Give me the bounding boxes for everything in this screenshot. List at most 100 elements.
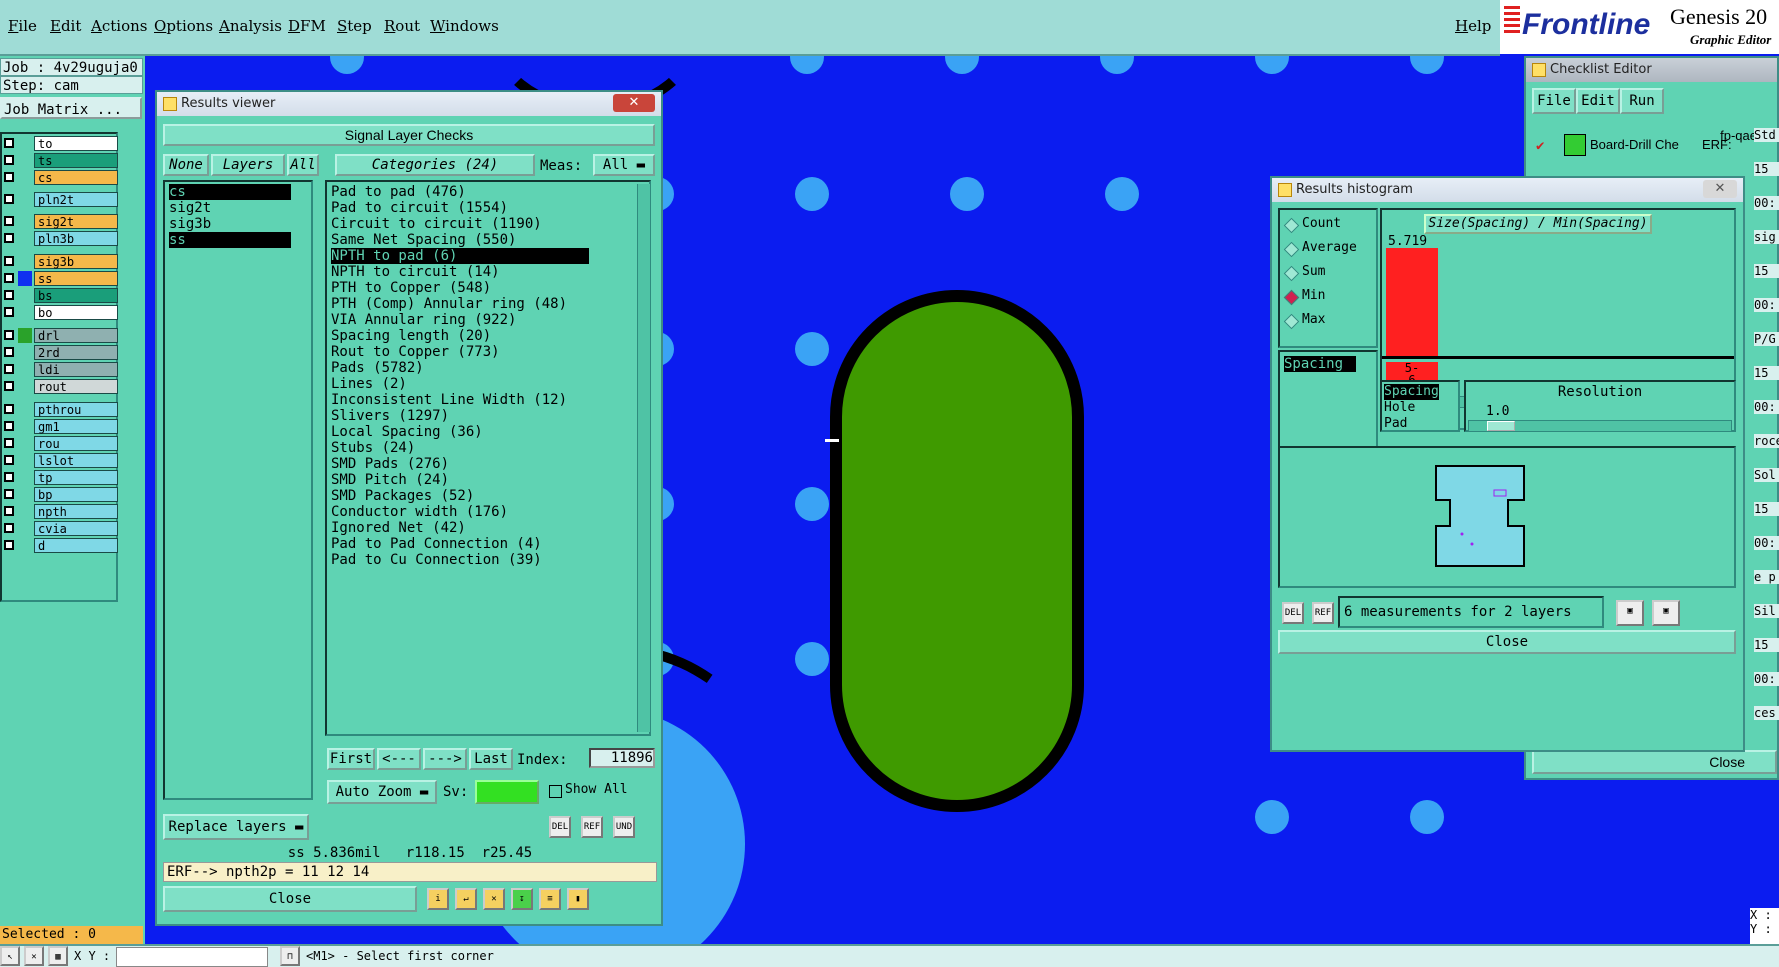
layer-row-to[interactable]: to	[4, 136, 118, 151]
layer-row-pln2t[interactable]: pln2t	[4, 192, 118, 207]
category-item[interactable]: Circuit to circuit (1190)	[331, 216, 589, 232]
category-item[interactable]: SMD Pitch (24)	[331, 472, 589, 488]
category-item[interactable]: Pad to pad (476)	[331, 184, 589, 200]
layer-row-bo[interactable]: bo	[4, 305, 118, 320]
all-button[interactable]: All	[287, 154, 319, 176]
layer-color-swatch[interactable]	[18, 153, 32, 168]
highlight-icon[interactable]: ↵	[455, 888, 477, 910]
layer-row-cs[interactable]: cs	[4, 170, 118, 185]
layer-checkbox[interactable]	[4, 216, 14, 226]
layer-checkbox[interactable]	[4, 421, 14, 431]
layer-checkbox[interactable]	[4, 404, 14, 414]
layer-checkbox[interactable]	[4, 155, 14, 165]
layer-checkbox[interactable]	[4, 438, 14, 448]
layer-color-swatch[interactable]	[18, 271, 32, 286]
cross-icon[interactable]: ✕	[24, 946, 44, 966]
checklist-menu-edit[interactable]: Edit	[1576, 88, 1620, 114]
layer-color-swatch[interactable]	[18, 170, 32, 185]
layer-color-swatch[interactable]	[18, 192, 32, 207]
results-viewer-titlebar[interactable]: Results viewer ✕	[157, 92, 661, 116]
category-item[interactable]: Pad to Pad Connection (4)	[331, 536, 589, 552]
menu-step[interactable]: Step	[337, 17, 372, 35]
layer-results-list[interactable]: cs sig2t sig3b ss	[163, 180, 313, 800]
category-item[interactable]: Inconsistent Line Width (12)	[331, 392, 589, 408]
category-list[interactable]: Pad to pad (476) Pad to circuit (1554) Cir…	[325, 180, 651, 736]
category-item[interactable]: Pad to circuit (1554)	[331, 200, 589, 216]
print-image-icon[interactable]: ▣	[1652, 600, 1680, 626]
close-icon[interactable]: ✕	[1703, 180, 1737, 198]
category-item[interactable]: Slivers (1297)	[331, 408, 589, 424]
layer-color-swatch[interactable]	[18, 254, 32, 269]
category-item[interactable]: Pads (5782)	[331, 360, 589, 376]
checklist-menu-run[interactable]: Run	[1620, 88, 1664, 114]
menu-windows[interactable]: Windows	[430, 17, 499, 35]
layer-color-swatch[interactable]	[18, 538, 32, 553]
layer-color-swatch[interactable]	[18, 487, 32, 502]
checklist-close-button[interactable]: Close	[1532, 750, 1777, 774]
type-item-spacing[interactable]: Spacing	[1384, 384, 1439, 400]
type-item-pad[interactable]: Pad	[1384, 416, 1407, 431]
ref-icon[interactable]: REF	[1312, 602, 1334, 624]
layer-checkbox[interactable]	[4, 489, 14, 499]
layer-checkbox[interactable]	[4, 347, 14, 357]
layer-row-bs[interactable]: bs	[4, 288, 118, 303]
replace-layers-dropdown[interactable]: Replace layers ▬	[163, 814, 309, 840]
delete-icon[interactable]: DEL	[1282, 602, 1304, 624]
layer-checkbox[interactable]	[4, 364, 14, 374]
layer-row-pthrou[interactable]: pthrou	[4, 402, 118, 417]
cursor-icon[interactable]: ↖	[0, 946, 20, 966]
checklist-menu-file[interactable]: File	[1532, 88, 1576, 114]
check-mark-icon[interactable]: ✔	[1536, 138, 1544, 154]
layer-checkbox[interactable]	[4, 273, 14, 283]
layer-row-ss[interactable]: ss	[4, 271, 118, 286]
layer-color-swatch[interactable]	[18, 453, 32, 468]
category-item[interactable]: Lines (2)	[331, 376, 589, 392]
layer-row-d[interactable]: d	[4, 538, 118, 553]
category-item[interactable]: NPTH to circuit (14)	[331, 264, 589, 280]
delete-icon[interactable]: DEL	[549, 816, 571, 838]
layer-color-swatch[interactable]	[18, 362, 32, 377]
snap-icon[interactable]: ⊓	[280, 946, 300, 966]
meas-dropdown[interactable]: All ▬	[593, 154, 655, 176]
close-icon[interactable]: ✕	[613, 94, 655, 112]
layer-row-sig2t[interactable]: sig2t	[4, 214, 118, 229]
layer-color-swatch[interactable]	[18, 305, 32, 320]
category-item[interactable]: NPTH to pad (6)	[331, 248, 589, 264]
none-button[interactable]: None	[163, 154, 209, 176]
sv-color-dropdown[interactable]	[475, 780, 539, 804]
category-item[interactable]: PTH (Comp) Annular ring (48)	[331, 296, 589, 312]
next-button[interactable]: --->	[423, 748, 467, 770]
type-item-hole[interactable]: Hole	[1384, 400, 1415, 415]
histogram-close-button[interactable]: Close	[1278, 630, 1736, 654]
layer-row-ldi[interactable]: ldi	[4, 362, 118, 377]
layer-row-bp[interactable]: bp	[4, 487, 118, 502]
layer-color-swatch[interactable]	[18, 136, 32, 151]
clear-icon[interactable]: ✕	[483, 888, 505, 910]
layer-checkbox[interactable]	[4, 172, 14, 182]
result-layer-cs[interactable]: cs	[169, 184, 291, 200]
menu-options[interactable]: Options	[154, 17, 213, 35]
layer-row-cvia[interactable]: cvia	[4, 521, 118, 536]
show-all-checkbox[interactable]	[549, 785, 562, 798]
layer-row-rout[interactable]: rout	[4, 379, 118, 394]
report-icon[interactable]: ≡	[539, 888, 561, 910]
category-item[interactable]: Spacing length (20)	[331, 328, 589, 344]
layer-checkbox[interactable]	[4, 472, 14, 482]
menu-dfm[interactable]: DFM	[288, 17, 326, 35]
layer-checkbox[interactable]	[4, 330, 14, 340]
layer-color-swatch[interactable]	[18, 379, 32, 394]
xy-input[interactable]	[116, 947, 268, 967]
last-button[interactable]: Last	[469, 748, 513, 770]
info-icon[interactable]: i	[427, 888, 449, 910]
prev-button[interactable]: <---	[377, 748, 421, 770]
layer-color-swatch[interactable]	[18, 470, 32, 485]
index-input[interactable]: 11896	[589, 748, 655, 768]
category-item[interactable]: SMD Packages (52)	[331, 488, 589, 504]
category-item[interactable]: Rout to Copper (773)	[331, 344, 589, 360]
preview-panel[interactable]	[1278, 446, 1736, 588]
menu-actions[interactable]: Actions	[91, 17, 147, 35]
type-list[interactable]: Spacing Hole Pad	[1380, 380, 1460, 432]
layer-color-swatch[interactable]	[18, 288, 32, 303]
category-item[interactable]: PTH to Copper (548)	[331, 280, 589, 296]
menu-rout[interactable]: Rout	[384, 17, 420, 35]
